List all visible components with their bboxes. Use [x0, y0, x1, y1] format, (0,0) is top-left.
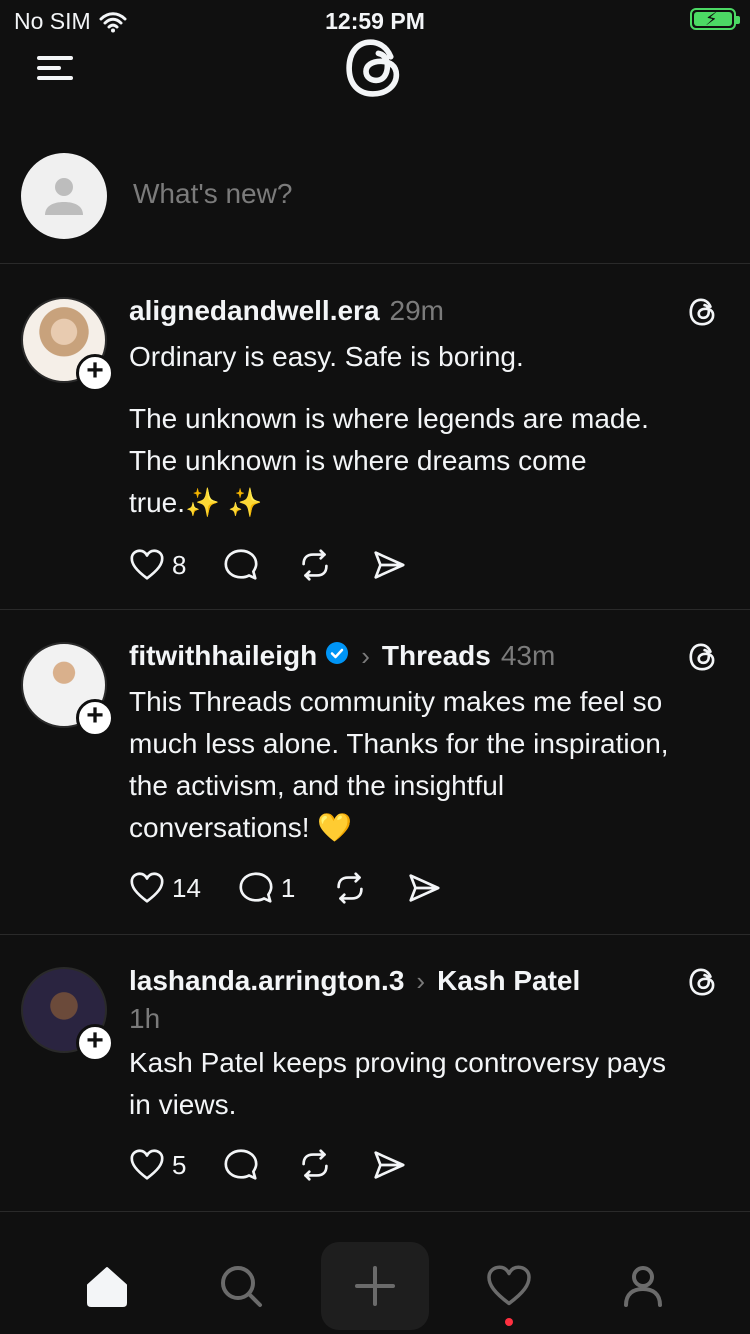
post[interactable]: + alignedandwell.era 29m Ordinary is eas…	[0, 265, 750, 610]
tab-bar	[0, 1242, 750, 1334]
post-header: alignedandwell.era 29m	[129, 295, 720, 327]
username[interactable]: lashanda.arrington.3	[129, 965, 404, 997]
repost-icon	[296, 1146, 334, 1184]
text-line: Kash Patel keeps proving controversy pay…	[129, 1047, 666, 1078]
username[interactable]: alignedandwell.era	[129, 295, 380, 327]
default-avatar-icon	[21, 153, 107, 239]
repost-button[interactable]	[296, 1146, 334, 1184]
like-count: 14	[172, 872, 201, 903]
reply-button[interactable]: 1	[237, 869, 295, 907]
activity-icon	[484, 1261, 534, 1311]
text-line: true.✨ ✨	[129, 487, 263, 518]
reply-count: 1	[280, 872, 296, 903]
like-count: 5	[172, 1149, 187, 1180]
post-text: Ordinary is easy. Safe is boring. The un…	[129, 336, 722, 524]
avatar	[21, 153, 107, 239]
follow-button[interactable]: +	[76, 1024, 114, 1062]
text-line: This Threads community makes me feel so	[129, 686, 663, 717]
threads-logo-icon[interactable]	[339, 32, 411, 104]
follow-button[interactable]: +	[76, 354, 114, 392]
share-button[interactable]	[405, 869, 443, 907]
notification-dot	[505, 1318, 513, 1326]
post-header: lashanda.arrington.3 › Kash Patel	[129, 965, 720, 997]
post-time: 1h	[129, 1003, 161, 1034]
like-count: 8	[172, 549, 187, 580]
post-time-row: 1h	[129, 1003, 720, 1035]
battery-icon: ⚡	[690, 8, 740, 30]
heart-icon	[128, 546, 166, 584]
post-text: This Threads community makes me feel so …	[129, 681, 722, 849]
text-line: the activism, and the insightful	[129, 770, 505, 801]
chevron-right-icon: ›	[416, 966, 426, 996]
post-text: Kash Patel keeps proving controversy pay…	[129, 1042, 722, 1126]
tab-new-thread[interactable]	[321, 1242, 429, 1330]
plus-icon	[355, 1266, 395, 1306]
composer-input[interactable]: What's new?	[133, 178, 292, 210]
threads-logo-icon	[686, 965, 720, 999]
text-line: Ordinary is easy. Safe is boring.	[129, 341, 524, 372]
topic-tag[interactable]: Threads	[382, 640, 491, 672]
post-time: 43m	[500, 640, 556, 671]
post-actions: 14 1	[128, 868, 479, 908]
post-actions: 8	[128, 545, 444, 585]
post-actions: 5	[128, 1145, 444, 1185]
top-nav	[0, 40, 750, 110]
chevron-right-icon: ›	[361, 641, 370, 671]
home-icon	[87, 1267, 127, 1307]
tab-home[interactable]	[53, 1242, 161, 1330]
verified-badge-icon	[326, 642, 349, 664]
follow-button[interactable]: +	[76, 699, 114, 737]
topic-tag[interactable]: Kash Patel	[437, 965, 580, 997]
tab-profile[interactable]	[589, 1242, 697, 1330]
text-line: conversations! 💛	[129, 812, 353, 843]
comment-icon	[237, 869, 275, 907]
repost-icon	[331, 869, 369, 907]
comment-icon	[222, 1146, 260, 1184]
tab-activity[interactable]	[455, 1242, 563, 1330]
share-button[interactable]	[370, 546, 408, 584]
like-button[interactable]: 5	[128, 1146, 186, 1184]
reply-button[interactable]	[222, 1146, 260, 1184]
post-time: 29m	[389, 295, 444, 326]
post[interactable]: + lashanda.arrington.3 › Kash Patel 1h K…	[0, 935, 750, 1212]
like-button[interactable]: 8	[128, 546, 186, 584]
post-header: fitwithhaileigh › Threads 43m	[129, 640, 720, 672]
share-icon	[370, 1146, 408, 1184]
text-line: The unknown is where dreams come	[129, 445, 587, 476]
tab-search[interactable]	[187, 1242, 295, 1330]
search-icon	[221, 1266, 262, 1307]
text-line: much less alone. Thanks for the inspirat…	[129, 728, 669, 759]
comment-icon	[222, 546, 260, 584]
share-button[interactable]	[370, 1146, 408, 1184]
text-line: The unknown is where legends are made.	[129, 403, 649, 434]
reply-button[interactable]	[222, 546, 260, 584]
threads-logo-icon	[686, 295, 720, 329]
heart-icon	[128, 1146, 166, 1184]
repost-icon	[296, 546, 334, 584]
like-button[interactable]: 14	[128, 869, 201, 907]
text-line: in views.	[129, 1089, 237, 1120]
composer[interactable]: What's new?	[0, 150, 750, 264]
status-time: 12:59 PM	[325, 8, 425, 34]
username[interactable]: fitwithhaileigh	[129, 640, 317, 672]
share-icon	[405, 869, 443, 907]
heart-icon	[128, 869, 166, 907]
threads-logo-icon	[686, 640, 720, 674]
repost-button[interactable]	[296, 546, 334, 584]
share-icon	[370, 546, 408, 584]
menu-icon[interactable]	[37, 53, 73, 83]
repost-button[interactable]	[331, 869, 369, 907]
profile-icon	[624, 1266, 662, 1307]
post[interactable]: + fitwithhaileigh › Threads 43m This Thr…	[0, 610, 750, 935]
